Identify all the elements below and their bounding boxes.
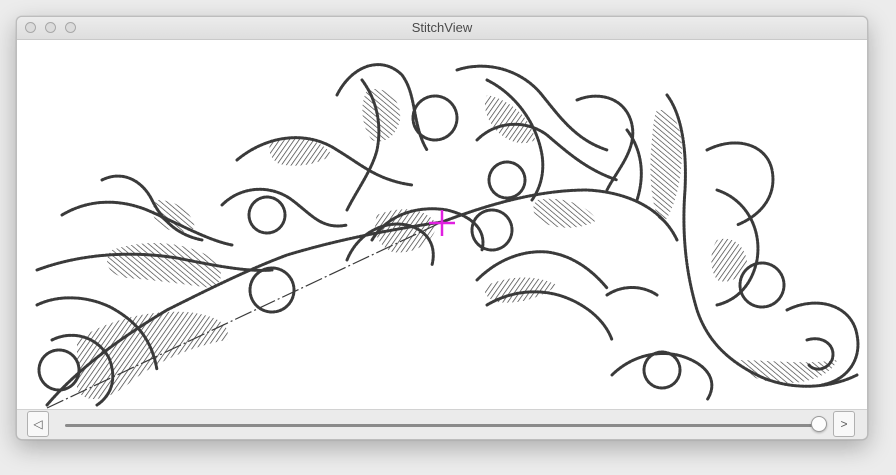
stitch-canvas[interactable] [17,40,867,409]
slider-thumb[interactable] [811,416,827,432]
title-bar[interactable]: StitchView [17,17,867,40]
right-chevron-icon: > [840,417,848,431]
progress-slider[interactable] [65,424,819,427]
playback-bar: ◁ > [17,409,867,439]
window-title: StitchView [411,20,473,35]
step-back-button[interactable]: ◁ [27,411,49,437]
app-window: StitchView ◁ > [16,16,868,440]
jump-stitch-line [46,221,443,409]
embroidery-pattern [35,63,860,409]
left-triangle-icon: ◁ [33,417,43,431]
step-forward-button[interactable]: > [833,411,855,437]
